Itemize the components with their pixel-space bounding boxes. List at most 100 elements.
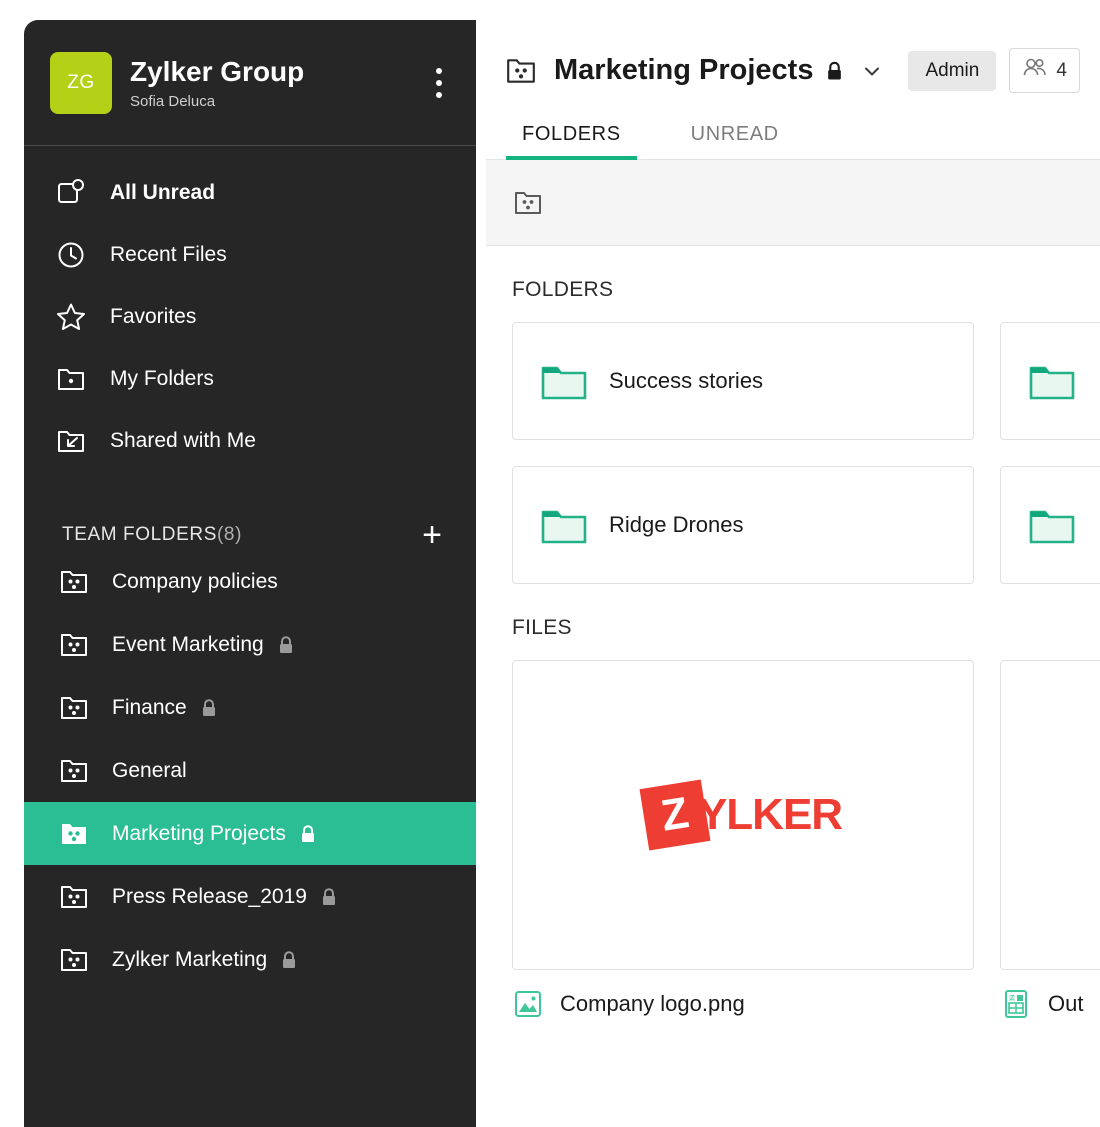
file-thumbnail[interactable]: Z YLKER [512,660,974,970]
team-folders-count: (8) [217,524,242,545]
file-row[interactable]: Z Out [1000,988,1100,1020]
file-name: Out [1048,991,1083,1017]
team-folders-header: TEAM FOLDERS(8) + [24,472,476,550]
team-folder-icon [58,944,90,976]
sidebar-item-label: My Folders [110,367,214,391]
files-grid: Z YLKER Company logo.png [486,640,1100,1020]
unread-square-icon [54,176,88,210]
team-folder-icon [58,629,90,661]
folder-icon [1029,362,1075,400]
lock-icon [320,887,338,907]
lock-icon [200,698,218,718]
sidebar-item-all-unread[interactable]: All Unread [24,162,476,224]
sidebar-item-shared-with-me[interactable]: Shared with Me [24,410,476,472]
team-folder-icon [58,818,90,850]
breadcrumb [486,160,1100,246]
tab-unread[interactable]: UNREAD [675,123,795,160]
sheet-file-icon: Z [1000,988,1032,1020]
folder-dot-icon [54,362,88,396]
sidebar-titles: Zylker Group Sofia Deluca [130,56,426,109]
team-folder-company-policies[interactable]: Company policies [24,550,476,613]
tab-folders[interactable]: FOLDERS [506,123,637,160]
user-name: Sofia Deluca [130,93,426,110]
zylker-logo-mark: Z [639,780,710,851]
zylker-logo-text: YLKER [698,790,842,840]
team-folder-marketing-projects[interactable]: Marketing Projects [24,802,476,865]
team-folder-label: Zylker Marketing [112,948,267,972]
folder-arrow-icon [54,424,88,458]
team-folder-zylker-marketing[interactable]: Zylker Marketing [24,928,476,991]
team-folder-general[interactable]: General [24,739,476,802]
team-folder-label: Press Release_2019 [112,885,307,909]
team-folder-icon [58,692,90,724]
sidebar: ZG Zylker Group Sofia Deluca All Unread [24,20,476,1127]
folders-grid: Success stories Ridge [486,302,1100,584]
sidebar-nav: All Unread Recent Files Favorites [24,146,476,472]
folder-icon [541,362,587,400]
chevron-down-icon[interactable] [860,59,884,83]
sidebar-item-label: Favorites [110,305,196,329]
team-folder-label: General [112,759,187,783]
sidebar-item-my-folders[interactable]: My Folders [24,348,476,410]
team-folder-icon[interactable] [512,187,544,219]
admin-button[interactable]: Admin [908,51,996,91]
lock-icon [825,60,844,82]
team-folder-icon [504,54,538,88]
team-folder-label: Company policies [112,570,278,594]
team-folder-label: Event Marketing [112,633,264,657]
main-panel: Marketing Projects Admin [486,0,1100,1127]
avatar: ZG [50,52,112,114]
team-folder-icon [58,755,90,787]
kebab-menu-icon[interactable] [426,63,452,103]
team-folder-label: Marketing Projects [112,822,286,846]
folder-icon [1029,506,1075,544]
page-title: Marketing Projects [554,54,813,87]
team-folders-title-text: TEAM FOLDERS [62,524,217,545]
sidebar-header: ZG Zylker Group Sofia Deluca [24,20,476,146]
main-header: Marketing Projects Admin [486,0,1100,93]
team-folder-event-marketing[interactable]: Event Marketing [24,613,476,676]
folder-icon [541,506,587,544]
sidebar-item-label: Shared with Me [110,429,256,453]
file-thumbnail[interactable] [1000,660,1100,970]
team-folder-press-release-2019[interactable]: Press Release_2019 [24,865,476,928]
svg-text:Z: Z [1010,995,1015,1002]
lock-icon [299,824,317,844]
folder-name: Success stories [609,368,763,394]
folder-card[interactable] [1000,322,1100,440]
file-row[interactable]: Company logo.png [512,988,974,1020]
team-folder-label: Finance [112,696,187,720]
folder-card[interactable]: Ridge Drones [512,466,974,584]
sidebar-item-favorites[interactable]: Favorites [24,286,476,348]
app-root: ZG Zylker Group Sofia Deluca All Unread [0,0,1100,1127]
files-section-label: FILES [486,584,1100,640]
team-folders-list: Company policies Event Marketing [24,550,476,991]
tab-bar: FOLDERS UNREAD [486,123,1100,160]
members-button[interactable]: 4 [1009,48,1080,93]
clock-icon [54,238,88,272]
image-file-icon [512,988,544,1020]
team-folder-icon [58,566,90,598]
zylker-logo-letter: Z [658,788,692,842]
file-cell: Z Out [1000,660,1100,1020]
folder-card[interactable] [1000,466,1100,584]
star-icon [54,300,88,334]
folder-card[interactable]: Success stories [512,322,974,440]
file-name: Company logo.png [560,991,745,1017]
folders-section-label: FOLDERS [486,246,1100,302]
sidebar-item-recent-files[interactable]: Recent Files [24,224,476,286]
file-cell: Z YLKER Company logo.png [512,660,974,1020]
sidebar-item-label: All Unread [110,181,215,205]
lock-icon [280,950,298,970]
plus-icon[interactable]: + [422,518,442,552]
members-count: 4 [1056,60,1067,82]
team-folder-finance[interactable]: Finance [24,676,476,739]
zylker-logo: Z YLKER [644,775,842,855]
members-icon [1022,56,1048,85]
team-folder-icon [58,881,90,913]
group-name: Zylker Group [130,56,426,88]
team-folders-title: TEAM FOLDERS(8) [62,524,242,546]
folder-name: Ridge Drones [609,512,744,538]
sidebar-item-label: Recent Files [110,243,227,267]
lock-icon [277,635,295,655]
